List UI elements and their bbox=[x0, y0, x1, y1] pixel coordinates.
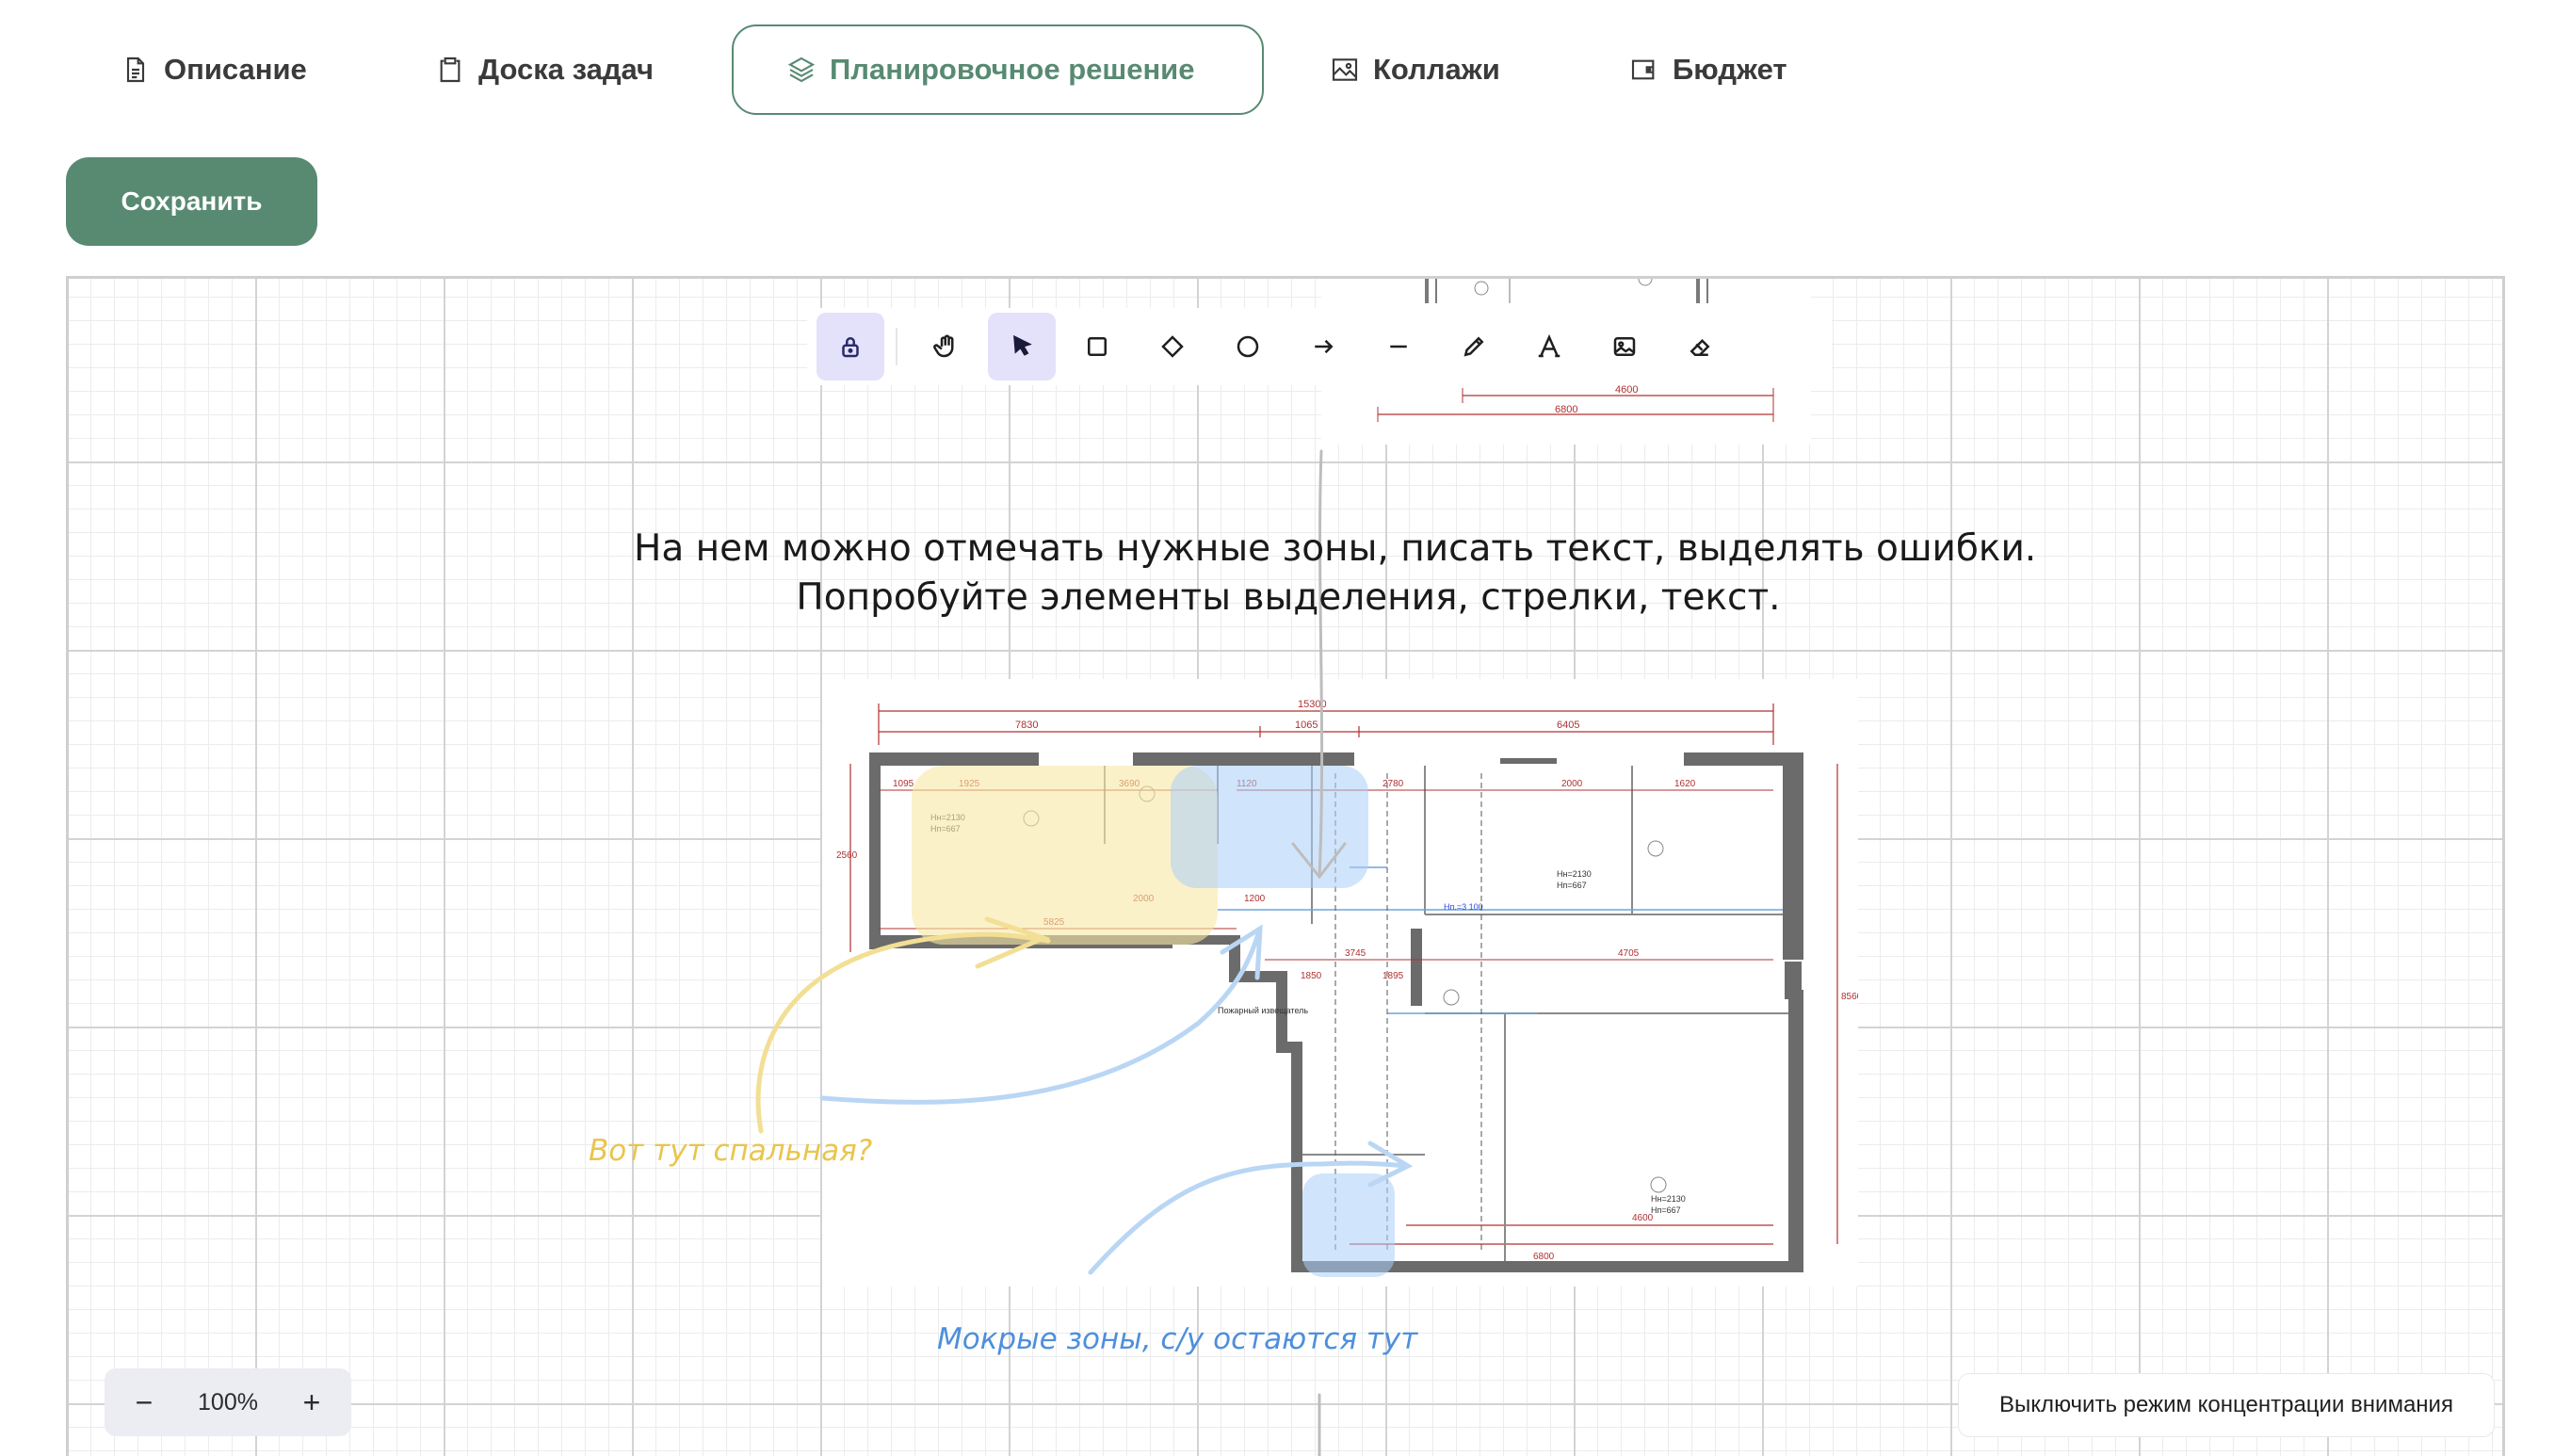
text-icon bbox=[1538, 333, 1560, 358]
zoom-level: 100% bbox=[198, 1388, 258, 1416]
tab-label: Доска задач bbox=[478, 53, 654, 86]
annotation-arrows bbox=[755, 449, 1414, 1456]
tab-label: Описание bbox=[164, 53, 307, 86]
arrow-icon bbox=[1315, 339, 1334, 354]
rectangle-icon bbox=[1088, 337, 1107, 356]
hand-icon bbox=[933, 334, 954, 358]
rectangle-tool[interactable] bbox=[1063, 313, 1131, 380]
tab-budget[interactable]: Бюджет bbox=[1603, 24, 1814, 115]
clipboard-icon bbox=[440, 57, 461, 83]
arrow-tool[interactable] bbox=[1289, 313, 1357, 380]
pencil-tool[interactable] bbox=[1440, 313, 1508, 380]
eraser-tool[interactable] bbox=[1666, 313, 1734, 380]
tab-label: Бюджет bbox=[1673, 53, 1787, 86]
line-icon bbox=[1390, 345, 1407, 348]
canvas-hint-text[interactable]: На нем можно отмечать нужные зоны, писат… bbox=[634, 525, 2037, 623]
tab-layout-solution[interactable]: Планировочное решение bbox=[732, 24, 1264, 115]
line-tool[interactable] bbox=[1365, 313, 1432, 380]
image-icon bbox=[1332, 58, 1358, 81]
lock-icon bbox=[842, 337, 859, 358]
tab-collages[interactable]: Коллажи bbox=[1303, 24, 1527, 115]
tab-label: Коллажи bbox=[1373, 53, 1500, 86]
tab-label: Планировочное решение bbox=[830, 53, 1195, 86]
text-tool[interactable] bbox=[1515, 313, 1583, 380]
toolbar-divider bbox=[896, 328, 897, 365]
select-tool[interactable] bbox=[988, 313, 1056, 380]
diamond-tool[interactable] bbox=[1139, 313, 1206, 380]
image-icon bbox=[1613, 337, 1636, 356]
save-button[interactable]: Сохранить bbox=[66, 157, 317, 246]
tab-task-board[interactable]: Доска задач bbox=[409, 24, 680, 115]
cursor-icon bbox=[1013, 334, 1032, 356]
circle-tool[interactable] bbox=[1214, 313, 1282, 380]
hint-line: Попробуйте элементы выделения, стрелки, … bbox=[796, 576, 1781, 619]
layers-icon bbox=[787, 57, 816, 83]
document-icon bbox=[126, 57, 145, 83]
pencil-icon bbox=[1463, 336, 1484, 357]
eraser-icon bbox=[1690, 338, 1710, 356]
circle-icon bbox=[1237, 335, 1259, 358]
hint-line: На нем можно отмечать нужные зоны, писат… bbox=[634, 527, 2037, 570]
zoom-control: − 100% + bbox=[105, 1368, 351, 1436]
note-wet-zones[interactable]: Мокрые зоны, с/у остаются тут bbox=[937, 1322, 1417, 1356]
whiteboard-canvas[interactable]: 4600 6800 15300 7830 1065 6405 1095 2780… bbox=[66, 276, 2505, 1456]
tab-description[interactable]: Описание bbox=[94, 24, 333, 115]
diamond-icon bbox=[1161, 335, 1184, 358]
drawing-toolbar bbox=[807, 308, 1832, 385]
hand-tool[interactable] bbox=[913, 313, 980, 380]
image-tool[interactable] bbox=[1591, 313, 1658, 380]
zoom-out-button[interactable]: − bbox=[123, 1385, 165, 1420]
lock-tool[interactable] bbox=[817, 313, 884, 380]
focus-mode-toggle-button[interactable]: Выключить режим концентрации внимания bbox=[1958, 1373, 2495, 1437]
wallet-icon bbox=[1631, 59, 1655, 80]
zoom-in-button[interactable]: + bbox=[291, 1385, 332, 1420]
note-bedroom[interactable]: Вот тут спальная? bbox=[589, 1134, 872, 1168]
tab-bar: Описание Доска задач Планировочное решен… bbox=[0, 0, 2571, 132]
